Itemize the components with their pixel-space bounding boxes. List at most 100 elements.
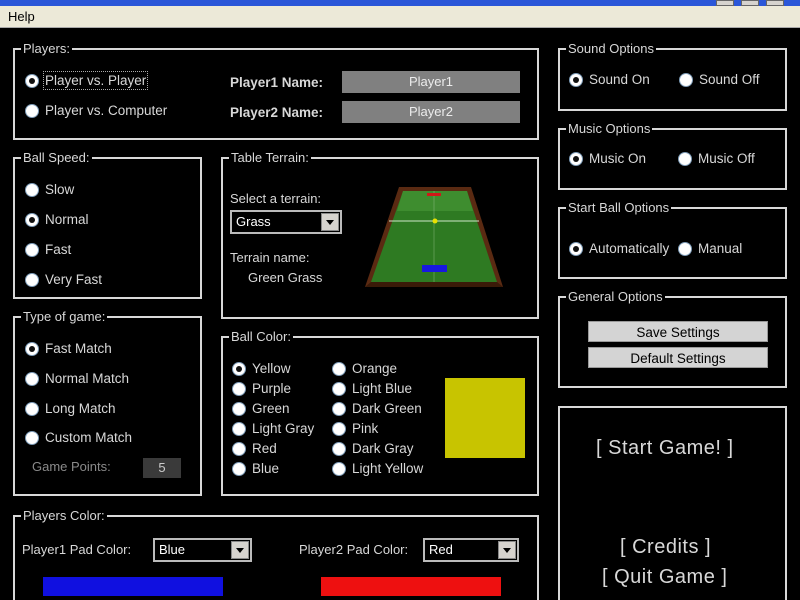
start-game-button[interactable]: [ Start Game! ] [596,437,734,460]
ball-color-legend: Ball Color: [229,329,293,345]
player1-name-input[interactable]: Player1 [342,71,520,93]
radio-label: Fast Match [45,341,112,356]
radio-dot [569,151,583,166]
radio-dot [25,272,39,287]
player2-name-input[interactable]: Player2 [342,101,520,123]
general-options-group: General Options Save Settings Default Se… [558,289,787,388]
select-terrain-label: Select a terrain: [230,191,322,206]
radio-dot [232,401,246,416]
player1-pad-color-select[interactable]: Blue [153,538,252,562]
terrain-name-label: Terrain name: [230,250,310,265]
radio-custom-match[interactable]: Custom Match [25,430,132,445]
terrain-preview-image [365,187,503,287]
sound-options-legend: Sound Options [566,41,657,57]
radio-label: Fast [45,242,72,257]
radio-label: Dark Green [352,401,422,416]
radio-dot [232,441,246,456]
ball-color-preview [445,378,525,458]
radio-dot [569,72,583,87]
radio-label: Green [252,401,290,416]
radio-dot [678,241,692,256]
radio-label: Player vs. Computer [45,103,168,118]
save-settings-button[interactable]: Save Settings [588,321,768,342]
action-panel: [ Start Game! ] [ Credits ] [ Quit Game … [558,406,787,600]
chevron-down-icon[interactable] [231,541,249,559]
radio-dot [678,151,692,166]
terrain-name-value: Green Grass [248,270,323,285]
radio-dot [25,341,39,356]
quit-game-button[interactable]: [ Quit Game ] [602,566,727,589]
chevron-down-icon[interactable] [498,541,516,559]
players-color-group: Players Color: Player1 Pad Color: Blue P… [13,508,539,600]
players-legend: Players: [21,41,72,57]
radio-long-match[interactable]: Long Match [25,401,116,416]
radio-ball-dark-gray[interactable]: Dark Gray [332,441,414,456]
radio-ball-light-gray[interactable]: Light Gray [232,421,314,436]
radio-dot [25,182,39,197]
table-terrain-legend: Table Terrain: [229,150,311,166]
radio-label: Automatically [589,241,670,256]
player2-name-label: Player2 Name: [230,105,324,120]
radio-label: Red [252,441,277,456]
radio-ball-pink[interactable]: Pink [332,421,378,436]
radio-dot [25,430,39,445]
radio-ball-green[interactable]: Green [232,401,290,416]
player2-pad-color-select[interactable]: Red [423,538,519,562]
menu-help[interactable]: Help [8,9,35,24]
radio-label: Manual [698,241,743,256]
radio-ball-yellow[interactable]: Yellow [232,361,291,376]
radio-dot [25,212,39,227]
player1-pad-color-label: Player1 Pad Color: [22,542,132,557]
music-options-group: Music Options Music On Music Off [558,121,787,190]
player1-pad-preview [43,577,223,596]
radio-start-manual[interactable]: Manual [678,241,742,256]
radio-sound-off[interactable]: Sound Off [679,72,760,87]
radio-label: Light Gray [252,421,315,436]
radio-speed-slow[interactable]: Slow [25,182,74,197]
radio-music-on[interactable]: Music On [569,151,646,166]
credits-button[interactable]: [ Credits ] [620,536,711,559]
game-points-label: Game Points: [32,459,111,474]
sound-options-group: Sound Options Sound On Sound Off [558,41,787,111]
radio-dot [25,371,39,386]
start-ball-options-legend: Start Ball Options [566,200,672,216]
radio-ball-light-blue[interactable]: Light Blue [332,381,412,396]
radio-label: Player vs. Player [42,71,149,90]
radio-ball-red[interactable]: Red [232,441,277,456]
radio-dot [332,441,346,456]
radio-speed-normal[interactable]: Normal [25,212,89,227]
radio-sound-on[interactable]: Sound On [569,72,650,87]
radio-start-automatically[interactable]: Automatically [569,241,669,256]
radio-normal-match[interactable]: Normal Match [25,371,129,386]
radio-dot [25,242,39,257]
default-settings-button[interactable]: Default Settings [588,347,768,368]
radio-dot [332,401,346,416]
start-ball-options-group: Start Ball Options Automatically Manual [558,200,787,279]
radio-ball-blue[interactable]: Blue [232,461,279,476]
radio-ball-light-yellow[interactable]: Light Yellow [332,461,423,476]
radio-music-off[interactable]: Music Off [678,151,755,166]
radio-label: Normal [45,212,89,227]
menu-bar: Help [0,6,800,28]
music-options-legend: Music Options [566,121,653,137]
game-points-input[interactable]: 5 [143,458,181,478]
radio-label: Purple [252,381,292,396]
radio-dot [569,241,583,256]
radio-label: Slow [45,182,75,197]
radio-ball-purple[interactable]: Purple [232,381,291,396]
radio-ball-dark-green[interactable]: Dark Green [332,401,422,416]
terrain-select[interactable]: Grass [230,210,342,234]
radio-speed-very-fast[interactable]: Very Fast [25,272,102,287]
radio-player-vs-computer[interactable]: Player vs. Computer [25,103,167,118]
radio-label: Music On [589,151,647,166]
radio-dot [332,461,346,476]
radio-dot [232,461,246,476]
radio-ball-orange[interactable]: Orange [332,361,397,376]
ball-speed-group: Ball Speed: Slow Normal Fast Very Fast [13,150,202,299]
radio-player-vs-player[interactable]: Player vs. Player [25,71,149,90]
radio-label: Light Yellow [352,461,424,476]
chevron-down-icon[interactable] [321,213,339,231]
ball-speed-legend: Ball Speed: [21,150,92,166]
radio-fast-match[interactable]: Fast Match [25,341,112,356]
radio-speed-fast[interactable]: Fast [25,242,71,257]
